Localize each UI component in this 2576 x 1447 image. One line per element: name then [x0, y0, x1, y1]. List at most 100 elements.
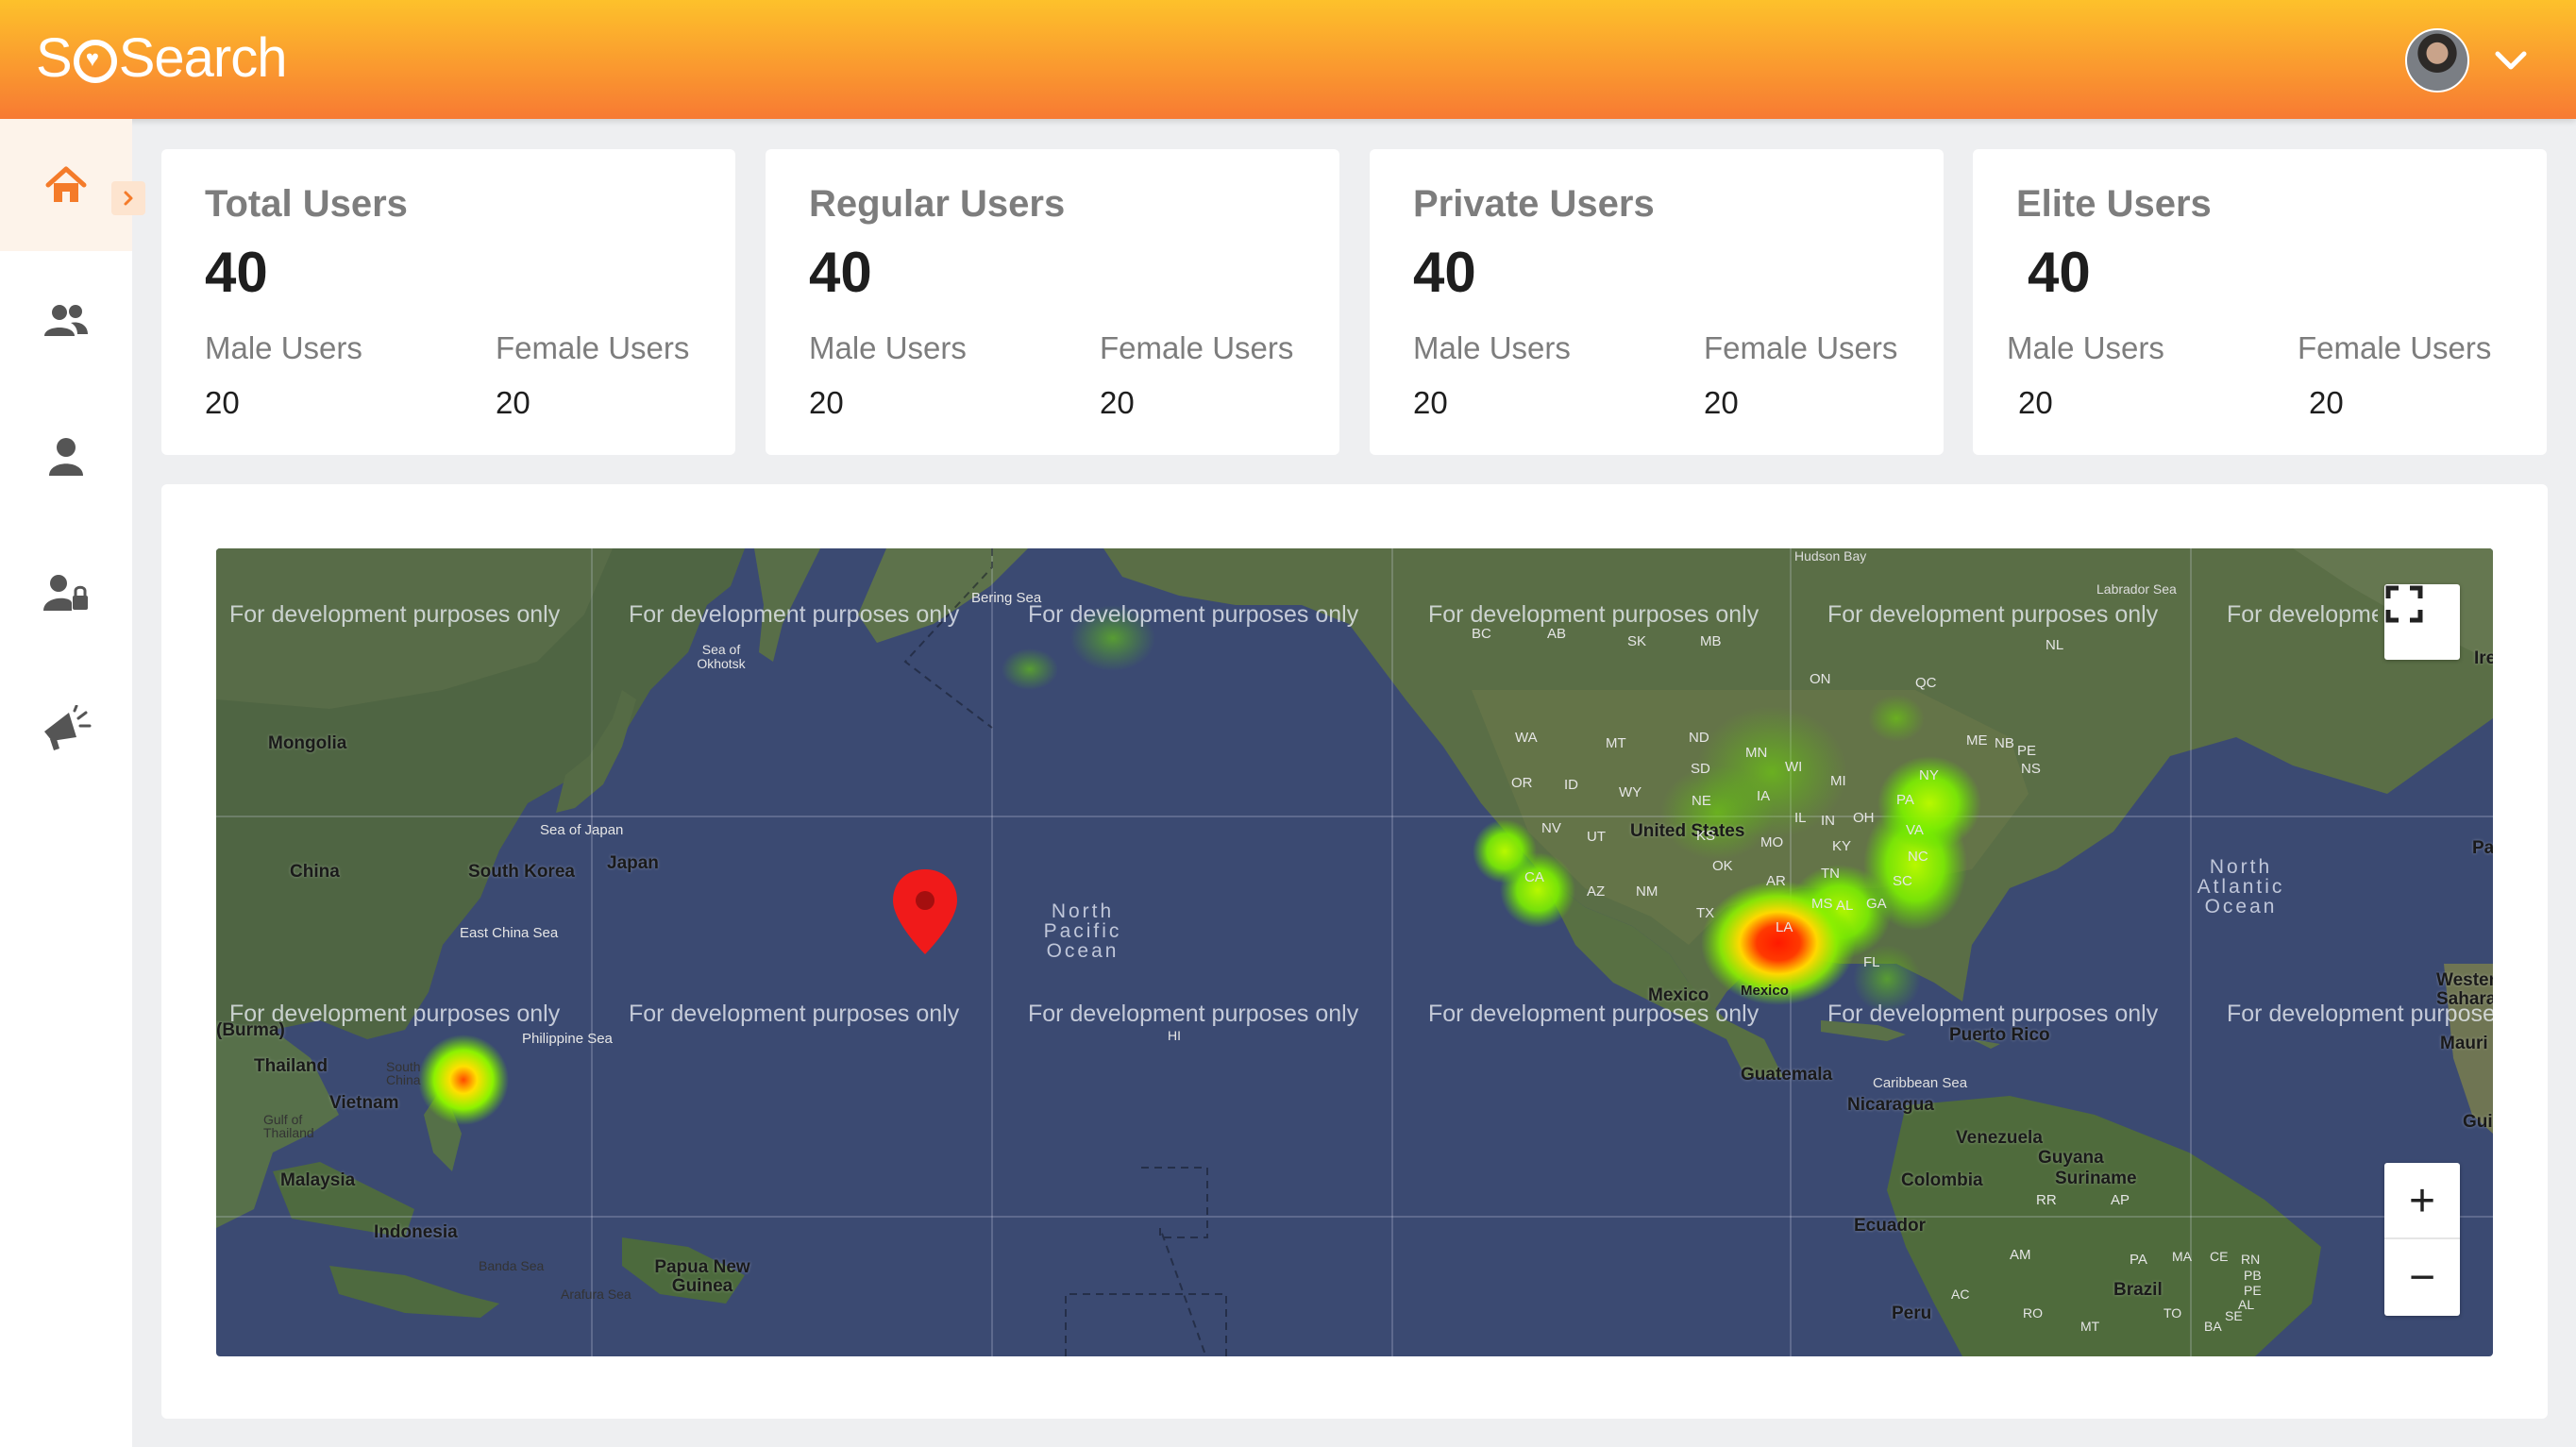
map-state-label: SE — [2225, 1308, 2243, 1323]
zoom-in-button[interactable]: + — [2384, 1164, 2460, 1239]
stat-card-total: Total Users 40 Male Users Female Users 2… — [161, 149, 735, 455]
map-label: Arafura Sea — [561, 1287, 631, 1302]
male-users-label: Male Users — [1413, 330, 1571, 365]
map-state-label: KY — [1832, 838, 1852, 854]
map-marker-icon[interactable] — [889, 867, 961, 956]
map-state-label: TO — [2164, 1305, 2182, 1321]
map-state-label: OR — [1511, 775, 1533, 791]
female-users-value: 20 — [1100, 385, 1135, 420]
map-label: Mauri — [2440, 1034, 2488, 1053]
map-watermark: For development purposes only — [1827, 601, 2159, 628]
home-icon — [45, 166, 87, 202]
map-state-label: SK — [1627, 633, 1647, 649]
map-state-label: CE — [2210, 1249, 2229, 1264]
male-users-label: Male Users — [809, 330, 967, 365]
map-watermark: For development purposes only — [1428, 601, 1759, 628]
card-title: Total Users — [205, 183, 408, 225]
app-logo[interactable]: S Search — [36, 26, 288, 90]
map-state-label: PE — [2244, 1283, 2262, 1298]
female-users-value: 20 — [2309, 385, 2344, 420]
map-state-label: MT — [1606, 735, 1626, 751]
map-watermark: For development purposes only — [229, 601, 561, 628]
map-state-label: PE — [2017, 743, 2037, 759]
map-watermark: For development purposes only — [629, 1001, 960, 1027]
map-label: Caribbean Sea — [1873, 1075, 1968, 1091]
stat-card-private: Private Users 40 Male Users Female Users… — [1370, 149, 1944, 455]
map-label: Papua New Guinea — [654, 1257, 750, 1296]
map-label: Sea of Okhotsk — [697, 642, 746, 671]
map-label: East China Sea — [460, 925, 559, 941]
male-users-value: 20 — [809, 385, 844, 420]
megaphone-icon — [44, 705, 92, 750]
map-state-label: NE — [1692, 793, 1711, 809]
card-title: Regular Users — [809, 183, 1066, 225]
sidebar — [0, 119, 145, 1447]
map-label: Bering Sea — [971, 590, 1042, 606]
map-label: Suriname — [2055, 1169, 2137, 1188]
sidebar-expand-button[interactable] — [111, 181, 145, 215]
map-label: Guyana — [2038, 1148, 2104, 1168]
female-users-label: Female Users — [2298, 330, 2492, 365]
map-watermark: For development purposes only — [1028, 601, 1359, 628]
map-label: China — [290, 862, 340, 882]
map-state-label: AL — [1836, 898, 1854, 914]
map-watermark: For development purposes only — [629, 601, 960, 628]
chevron-right-icon — [124, 191, 133, 206]
logo-heart-icon — [73, 39, 117, 83]
map-state-label: BC — [1472, 626, 1491, 642]
sidebar-item-announcements[interactable] — [0, 663, 132, 795]
map-state-label: FL — [1863, 954, 1880, 970]
fullscreen-button[interactable] — [2384, 584, 2460, 660]
map-label: Brazil — [2113, 1280, 2163, 1300]
map-state-label: LA — [1776, 919, 1793, 935]
map-label: Japan — [607, 853, 659, 873]
map-state-label: TN — [1821, 866, 1840, 882]
map-label: Labrador Sea — [2096, 581, 2177, 597]
map-state-label: AR — [1766, 873, 1786, 889]
zoom-out-button[interactable]: − — [2384, 1239, 2460, 1315]
logo-s: S — [36, 27, 73, 89]
map-state-label: MN — [1745, 745, 1768, 761]
map-state-label: WY — [1619, 784, 1642, 800]
stat-card-regular: Regular Users 40 Male Users Female Users… — [766, 149, 1339, 455]
sidebar-item-user[interactable] — [0, 391, 132, 523]
avatar[interactable] — [2405, 28, 2469, 93]
map-label: Thailand — [254, 1056, 328, 1076]
card-total-value: 40 — [205, 241, 268, 304]
top-header: S Search — [0, 0, 2576, 119]
card-title: Elite Users — [2016, 183, 2212, 225]
map-label: Philippine Sea — [522, 1031, 613, 1047]
map-label: Vietnam — [329, 1093, 399, 1113]
map-state-label: UT — [1587, 829, 1606, 845]
map-state-label: ME — [1966, 732, 1988, 749]
sidebar-item-private-users[interactable] — [0, 527, 132, 659]
map-label: Guatemala — [1741, 1065, 1833, 1085]
male-users-label: Male Users — [205, 330, 362, 365]
map-state-label: BA — [2204, 1319, 2222, 1334]
map-label: Gulf of Thailand — [263, 1112, 314, 1140]
map-state-label: MA — [2172, 1249, 2192, 1264]
map-label: Banda Sea — [479, 1258, 545, 1273]
map-label: Venezuela — [1956, 1128, 2043, 1148]
map-label: Ire — [2474, 648, 2493, 668]
card-total-value: 40 — [2028, 241, 2091, 304]
female-users-label: Female Users — [496, 330, 690, 365]
map-state-label: ID — [1564, 777, 1578, 793]
logo-search: Search — [118, 27, 288, 89]
map-state-label: SC — [1893, 873, 1912, 889]
map-state-label: AC — [1951, 1287, 1970, 1302]
map-label: Puerto Rico — [1949, 1025, 2050, 1045]
user-heatmap[interactable]: For development purposes only For develo… — [216, 548, 2493, 1356]
map-state-label: NB — [1995, 735, 2014, 751]
map-state-label: PB — [2244, 1268, 2262, 1283]
card-title: Private Users — [1413, 183, 1655, 225]
map-state-label: PA — [2130, 1252, 2147, 1268]
sidebar-item-users[interactable] — [0, 255, 132, 387]
map-state-label: NL — [2046, 637, 2064, 653]
map-state-label: AM — [2010, 1247, 2031, 1263]
chevron-down-icon[interactable] — [2492, 42, 2530, 79]
card-total-value: 40 — [809, 241, 872, 304]
male-users-value: 20 — [2018, 385, 2053, 420]
map-state-label: IN — [1821, 813, 1835, 829]
map-label: United States — [1630, 821, 1745, 841]
